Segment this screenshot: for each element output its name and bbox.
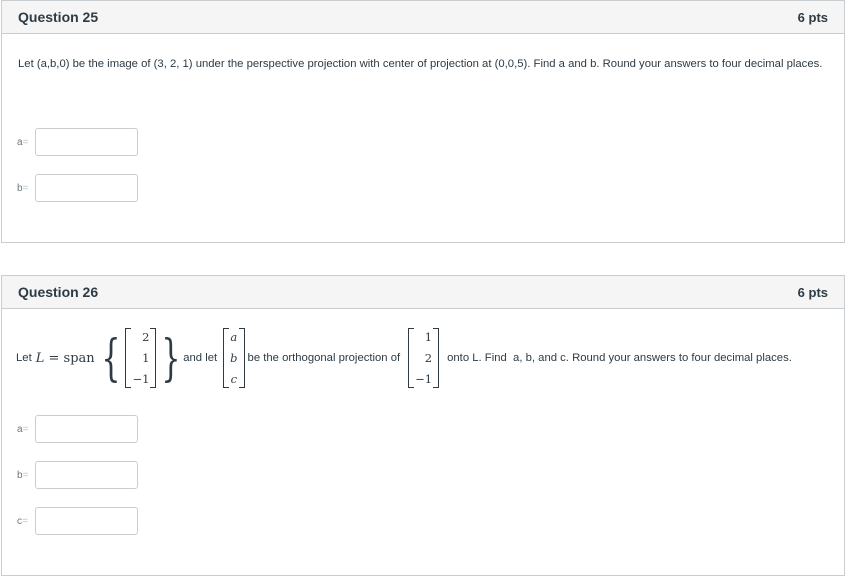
answer-label: b= <box>17 182 29 194</box>
text-let: Let <box>16 352 32 364</box>
text-tail: onto L. Find a, b, and c. Round your ans… <box>447 352 792 364</box>
projected-vector: 1 2 −1 <box>408 328 440 388</box>
vector-entry: 2 <box>424 351 433 365</box>
answer-label: c= <box>17 515 28 527</box>
text-be-projection: be the orthogonal projection of <box>247 352 401 364</box>
left-brace: { <box>101 329 121 387</box>
vector-entry: 1 <box>424 330 433 344</box>
answer-row-c: c= <box>17 507 138 535</box>
answer-label: a= <box>17 136 29 148</box>
vector-entry: −1 <box>132 372 150 386</box>
question-text-math: Let L = span { 2 1 −1 } and let a b c be… <box>16 322 792 394</box>
text-and-let: and let <box>183 352 218 364</box>
vector-entry: −1 <box>415 372 433 386</box>
answer-label: b= <box>17 469 29 481</box>
answer-row-b: b= <box>17 174 138 202</box>
question-card-25: Question 25 6 pts Let (a,b,0) be the ima… <box>1 0 845 243</box>
math-var-L: L <box>35 350 45 366</box>
variable-vector: a b c <box>223 328 245 388</box>
vector-entry: c <box>230 372 238 386</box>
math-equals: = <box>44 350 64 366</box>
vector-entry: 1 <box>142 351 150 365</box>
answer-input-b[interactable] <box>35 461 138 489</box>
vector-entry: 2 <box>142 330 150 344</box>
answer-row-a: a= <box>17 128 138 156</box>
answer-input-a[interactable] <box>35 128 138 156</box>
answer-label: a= <box>17 423 29 435</box>
question-points: 6 pts <box>797 9 828 25</box>
question-title: Question 26 <box>18 284 99 300</box>
span-vector: 2 1 −1 <box>125 328 157 388</box>
answer-row-b: b= <box>17 461 138 489</box>
answer-input-a[interactable] <box>35 415 138 443</box>
right-brace: } <box>161 329 181 387</box>
answer-input-c[interactable] <box>35 507 138 535</box>
vector-entry: a <box>230 330 238 344</box>
question-title: Question 25 <box>18 9 99 25</box>
question-card-26: Question 26 6 pts a= b= c= <box>1 275 845 576</box>
question-text: Let (a,b,0) be the image of (3, 2, 1) un… <box>18 58 823 70</box>
question-points: 6 pts <box>797 284 828 300</box>
math-span: span <box>63 350 95 366</box>
answer-row-a: a= <box>17 415 138 443</box>
vector-entry: b <box>230 351 238 365</box>
question-header: Question 26 6 pts <box>2 276 844 309</box>
question-header: Question 25 6 pts <box>2 1 844 34</box>
answer-input-b[interactable] <box>35 174 138 202</box>
